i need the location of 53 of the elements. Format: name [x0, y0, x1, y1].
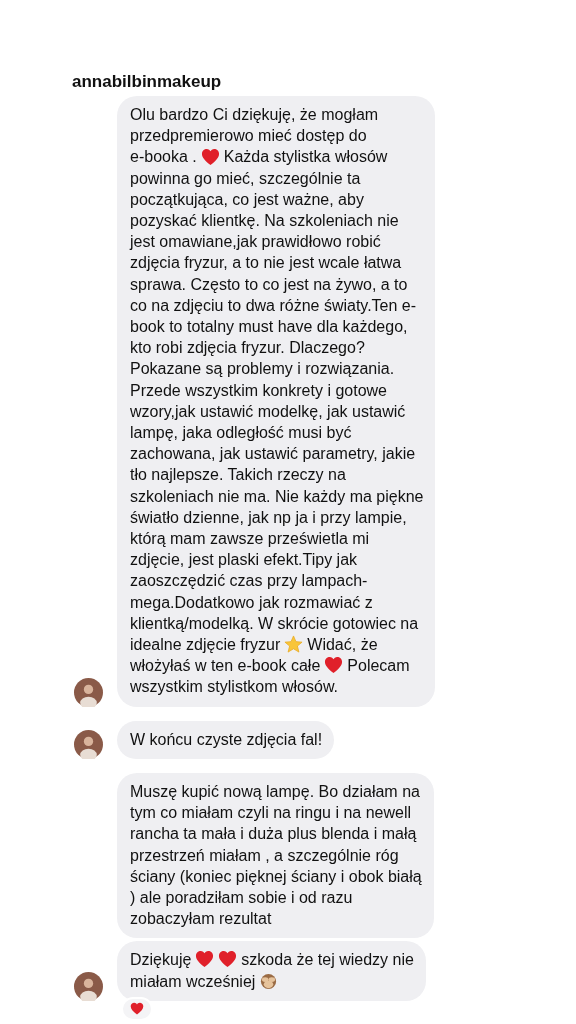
message-text: zachowana, jak ustawić parametry, jakie	[130, 444, 416, 465]
heart-icon	[218, 950, 238, 970]
message-text: e-booka .	[130, 147, 197, 168]
message-text: włożyłaś w ten e-book całe	[130, 656, 321, 677]
message-text: miałam wcześniej	[130, 971, 256, 992]
message-text: przestrzeń miałam , a szczególnie róg	[130, 845, 399, 866]
heart-icon	[324, 656, 344, 676]
avatar[interactable]	[74, 677, 103, 707]
sender-name: annabilbinmakeup	[72, 72, 223, 92]
star-icon	[284, 635, 304, 655]
message-text: Pokazane są problemy i rozwiązania.	[130, 359, 395, 380]
heart-icon	[130, 1001, 144, 1016]
message-text: zdjęcia fryzur, a to nie jest wcale łatwa	[130, 253, 402, 274]
message-text: początkująca, co jest ważne, aby	[130, 189, 364, 210]
heart-icon	[200, 147, 220, 167]
monkey-icon	[259, 971, 279, 991]
message-text: Widać, że	[307, 635, 378, 656]
message-text: rancha ta mała i duża plus blenda i małą	[130, 824, 417, 845]
message-text: pozyskać klientkę. Na szkoleniach nie	[130, 211, 399, 231]
message-text: kto robi zdjęcia fryzur. Dlaczego?	[130, 338, 365, 359]
message-text: sprawa. Często to co jest na żywo, a to	[130, 274, 408, 295]
message-text: powinna go mieć, szczególnie ta	[130, 168, 361, 189]
message-text: W końcu czyste zdjęcia fal!	[130, 729, 323, 750]
message-text: przedpremierowo mieć dostęp do	[130, 126, 367, 147]
message-text: wzory,jak ustawić modelkę, jak ustawić	[130, 401, 406, 422]
message-text: klientką/modelką. W skrócie gotowiec na	[130, 613, 419, 634]
message-text: jest omawiane,jak prawidłowo robić	[130, 232, 381, 253]
message-text: Muszę kupić nową lampę. Bo działam na	[130, 781, 420, 802]
avatar[interactable]	[74, 971, 103, 1001]
message-text: którą mam zawsze prześwietla mi	[130, 529, 370, 550]
message-text: mega.Dodatkowo jak rozmawiać z	[130, 592, 373, 613]
message-text: lampę, jaka odległość musi być	[130, 423, 352, 444]
message-text: tło najlepsze. Takich rzeczy na	[130, 465, 346, 486]
message-text: zobaczyłam rezultat	[130, 909, 272, 930]
message-text: ) ale poradziłam sobie i od razu	[130, 887, 353, 908]
message-text: ściany (koniec pięknej ściany i obok białą	[130, 866, 422, 887]
message-text: Przede wszystkim konkrety i gotowe	[130, 380, 387, 401]
message-text: co na zdjęciu to dwa różne światy.Ten e-	[130, 295, 417, 316]
message-text: Każda stylistka włosów	[223, 147, 388, 168]
message-text: Polecam	[347, 656, 410, 677]
message-text: idealne zdjęcie fryzur	[130, 635, 281, 656]
message-text: wszystkim stylistkom włosów.	[130, 677, 339, 698]
message-text: zaoszczędzić czas przy lampach-	[130, 571, 368, 592]
message-text: book to totalny must have dla każdego,	[130, 317, 408, 338]
message-text: Dziękuję	[130, 950, 192, 971]
message-text: Olu bardzo Ci dziękuję, że mogłam	[130, 105, 379, 125]
avatar[interactable]	[74, 729, 103, 759]
message-text: światło dzienne, jak np ja i przy lampie,	[130, 507, 407, 528]
message-text: tym co miałam czyli na ringu i na newell	[130, 803, 411, 824]
message-text: szkoda że tej wiedzy nie	[241, 950, 414, 971]
message-text: zdjęcie, jest plaski efekt.Tipy jak	[130, 550, 358, 571]
heart-icon	[195, 950, 215, 970]
message-text: szkoleniach nie ma. Nie każdy ma piękne	[130, 486, 424, 507]
